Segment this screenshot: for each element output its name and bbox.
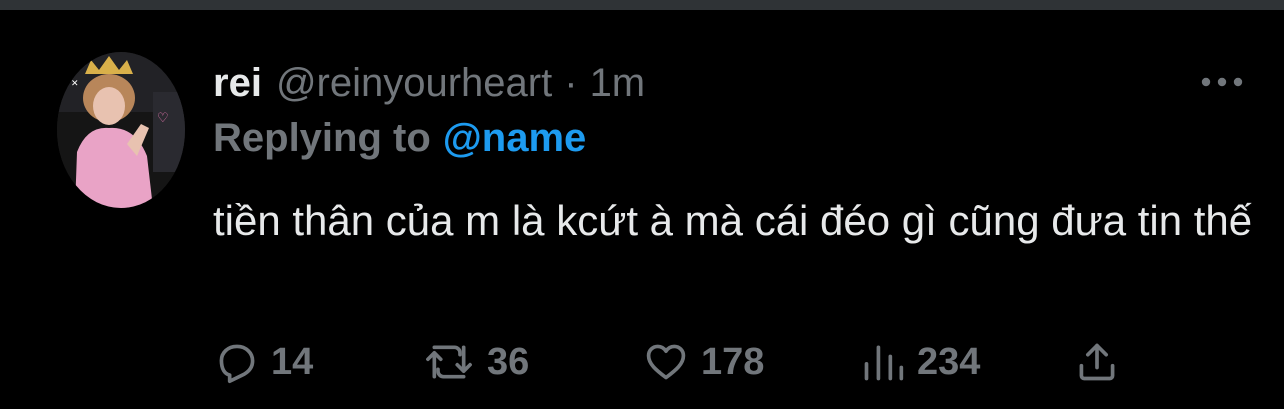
display-name[interactable]: rei [213,58,262,108]
replying-to-label: Replying to [213,116,431,160]
svg-text:✦: ✦ [65,64,74,77]
retweet-button[interactable]: 36 [423,336,529,388]
replying-to: Replying to @name [213,113,586,163]
more-options-button[interactable] [1195,64,1249,100]
timestamp[interactable]: 1m [590,58,646,108]
views-button[interactable]: 234 [861,336,980,388]
avatar-photo: ✦ ✕ ♡ [57,52,185,208]
tweet-header: rei @reinyourheart · 1m [213,58,645,108]
separator-dot: · [564,61,578,105]
svg-text:♡: ♡ [157,111,169,126]
action-bar: 14 36 178 234 [215,336,1135,388]
heart-icon [646,344,686,380]
mention-link[interactable]: @name [443,116,587,160]
like-button[interactable]: 178 [643,336,764,388]
svg-text:✕: ✕ [71,79,79,89]
more-icon [1201,77,1243,87]
retweet-count: 36 [487,341,530,383]
top-divider [0,0,1284,10]
share-icon [1079,343,1115,381]
reply-button[interactable]: 14 [215,336,313,388]
reply-icon [219,344,255,384]
share-button[interactable] [1075,336,1119,388]
user-handle[interactable]: @reinyourheart [276,58,552,108]
avatar[interactable]: ✦ ✕ ♡ [57,52,185,208]
tweet-text: tiền thân của m là kcứt à mà cái đéo gì … [213,197,1253,244]
like-count: 178 [701,341,765,383]
reply-count: 14 [271,341,314,383]
retweet-icon [426,345,472,379]
view-count: 234 [917,341,981,383]
views-icon [864,345,904,381]
